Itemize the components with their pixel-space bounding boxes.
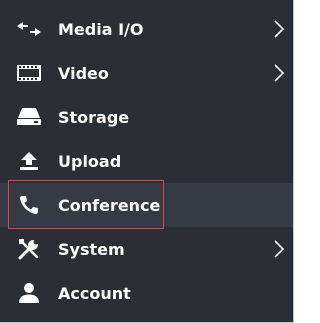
menu-item-media-io[interactable]: Media I/O	[0, 7, 293, 51]
menu-item-label: Video	[58, 63, 109, 83]
drive-icon	[16, 104, 42, 130]
menu-item-conference[interactable]: Conference	[0, 183, 293, 227]
tools-icon	[16, 236, 42, 262]
upload-icon	[16, 148, 42, 174]
menu-item-label: Conference	[58, 195, 161, 215]
phone-icon	[16, 192, 42, 218]
chevron-right-icon	[274, 240, 285, 258]
menu-item-video[interactable]: Video	[0, 51, 293, 95]
user-icon	[16, 280, 42, 306]
film-icon	[16, 60, 42, 86]
media-io-icon	[16, 16, 42, 42]
menu-item-label: Storage	[58, 107, 130, 127]
menu-item-label: Account	[58, 283, 131, 303]
chevron-right-icon	[274, 64, 285, 82]
menu-item-label: Upload	[58, 151, 122, 171]
menu-item-account[interactable]: Account	[0, 271, 293, 315]
menu-item-system[interactable]: System	[0, 227, 293, 271]
menu-item-upload[interactable]: Upload	[0, 139, 293, 183]
menu-item-label: System	[58, 239, 125, 259]
menu-item-storage[interactable]: Storage	[0, 95, 293, 139]
menu-item-label: Media I/O	[58, 19, 144, 39]
side-menu: Media I/O Video Storage Upload Conferenc…	[0, 0, 294, 323]
chevron-right-icon	[274, 20, 285, 38]
